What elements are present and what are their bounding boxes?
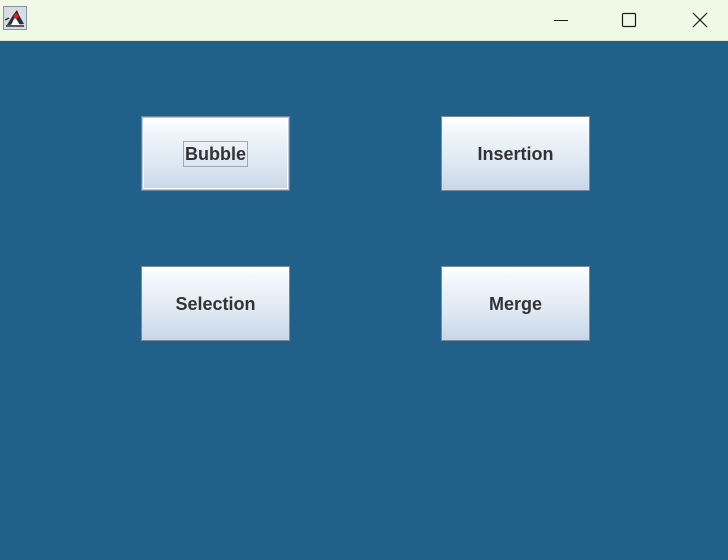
maximize-icon <box>621 12 637 28</box>
merge-sort-button[interactable]: Merge <box>441 266 590 341</box>
bubble-sort-button[interactable]: Bubble <box>141 116 290 191</box>
minimize-icon <box>554 20 568 21</box>
selection-sort-label: Selection <box>175 293 256 314</box>
insertion-sort-label: Insertion <box>477 143 554 164</box>
content-panel: Bubble Insertion Selection Merge <box>0 41 728 560</box>
selection-sort-button[interactable]: Selection <box>141 266 290 341</box>
title-bar[interactable] <box>0 0 728 41</box>
minimize-button[interactable] <box>526 0 596 40</box>
bubble-sort-label: Bubble <box>183 140 248 167</box>
close-button[interactable] <box>665 0 728 40</box>
app-window: Bubble Insertion Selection Merge <box>0 0 728 560</box>
merge-sort-label: Merge <box>488 293 542 314</box>
java-duke-icon[interactable] <box>3 6 27 30</box>
maximize-button[interactable] <box>594 0 664 40</box>
insertion-sort-button[interactable]: Insertion <box>441 116 590 191</box>
close-icon <box>692 12 708 28</box>
